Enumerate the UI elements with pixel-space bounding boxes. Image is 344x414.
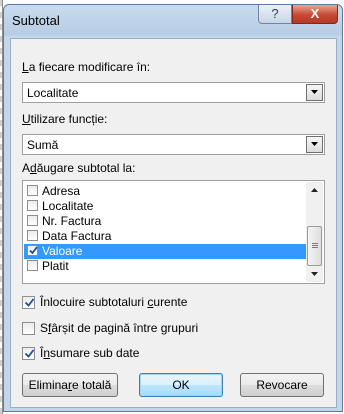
chevron-down-icon	[311, 90, 318, 94]
checkbox[interactable]	[27, 260, 38, 271]
checkmark-icon	[29, 246, 38, 255]
checkbox[interactable]	[27, 185, 38, 196]
close-button[interactable]: X	[292, 5, 338, 24]
subtotal-dialog: Subtotal ? X La fiecare modificare în: L…	[3, 4, 343, 412]
group-by-select[interactable]: Localitate	[22, 82, 325, 103]
dialog-title: Subtotal	[12, 13, 60, 28]
cancel-button[interactable]: Revocare	[240, 373, 324, 397]
page-break-label: Sfârșit de pagină între grupuri	[40, 321, 199, 335]
dialog-body: La fiecare modificare în: Localitate Uti…	[10, 38, 337, 408]
list-item-valoare[interactable]: Valoare	[24, 244, 307, 259]
add-subtotal-label: Adăugare subtotal la:	[22, 161, 136, 175]
ok-button[interactable]: OK	[139, 373, 223, 397]
checkbox[interactable]	[27, 230, 38, 241]
list-item-nr-factura[interactable]: Nr. Factura	[24, 214, 307, 229]
function-value: Sumă	[27, 138, 59, 152]
checkbox[interactable]	[27, 245, 38, 256]
grip-line	[312, 247, 318, 248]
checkmark-icon	[24, 349, 35, 358]
checkbox[interactable]	[27, 200, 38, 211]
function-label: Utilizare funcție:	[22, 112, 108, 126]
title-bar[interactable]: Subtotal ? X	[4, 5, 342, 37]
scroll-down-button[interactable]	[306, 265, 323, 282]
add-subtotal-list[interactable]: Adresa Localitate Nr. Factura Data Factu…	[22, 180, 325, 284]
function-dropdown-button[interactable]	[306, 136, 323, 153]
help-icon: ?	[271, 6, 279, 21]
replace-current-checkbox[interactable]	[22, 296, 35, 309]
chevron-down-icon	[311, 142, 318, 146]
close-icon: X	[310, 6, 320, 21]
group-by-label: La fiecare modificare în:	[22, 60, 151, 74]
group-by-value: Localitate	[27, 86, 79, 100]
function-select[interactable]: Sumă	[22, 134, 325, 155]
list-item-platit[interactable]: Platit	[24, 259, 307, 274]
list-item-localitate[interactable]: Localitate	[24, 199, 307, 214]
group-by-dropdown-button[interactable]	[306, 84, 323, 101]
remove-all-button[interactable]: Eliminare totală	[22, 373, 118, 397]
arrow-down-icon	[311, 272, 318, 276]
summary-below-label: Însumare sub date	[40, 346, 140, 360]
scroll-up-button[interactable]	[306, 182, 323, 199]
replace-current-label: Înlocuire subtotaluri curente	[40, 295, 188, 309]
page-break-checkbox[interactable]	[22, 322, 35, 335]
help-button[interactable]: ?	[258, 5, 292, 24]
checkbox[interactable]	[27, 215, 38, 226]
grip-line	[312, 243, 318, 244]
grip-line	[312, 245, 318, 246]
checkmark-icon	[24, 298, 35, 307]
summary-below-checkbox[interactable]	[22, 347, 35, 360]
scroll-thumb[interactable]	[307, 226, 322, 266]
list-item-data-factura[interactable]: Data Factura	[24, 229, 307, 244]
list-item-adresa[interactable]: Adresa	[24, 184, 307, 199]
list-scrollbar[interactable]	[306, 182, 323, 282]
arrow-up-icon	[311, 188, 318, 192]
